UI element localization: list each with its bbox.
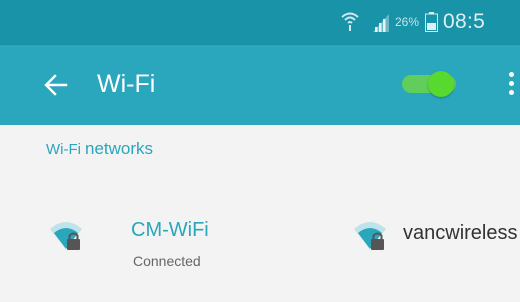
clock: 08:5 [443,10,486,33]
section-header-prefix: Wi-Fi [46,141,81,158]
status-bar: 26% 08:5 [0,0,520,45]
wifi-lock-icon [50,222,82,250]
arrow-left-icon[interactable] [44,74,68,96]
network-item-cm-wifi[interactable]: CM-WiFi Connected [0,195,300,295]
wifi-toggle[interactable] [402,68,456,100]
networks-panel: Wi-Fi networks CM-WiFi Connected vancwire… [0,125,520,302]
signal-icon [373,14,389,32]
more-vertical-icon[interactable] [507,72,517,98]
battery-percent: 26% [395,15,420,29]
network-status: Connected [133,253,201,269]
page-title: Wi-Fi [97,70,156,98]
battery-icon [425,12,438,32]
toggle-thumb [428,71,454,97]
wifi-lock-icon [354,222,386,250]
section-header-suffix: networks [84,139,154,158]
wifi-icon [341,12,359,31]
network-name: CM-WiFi [131,219,209,241]
network-name: vancwireless [403,222,518,244]
app-bar: Wi-Fi [0,45,520,125]
section-header: Wi-Fi networks [46,139,153,159]
network-item-vancwireless[interactable]: vancwireless [300,195,520,295]
